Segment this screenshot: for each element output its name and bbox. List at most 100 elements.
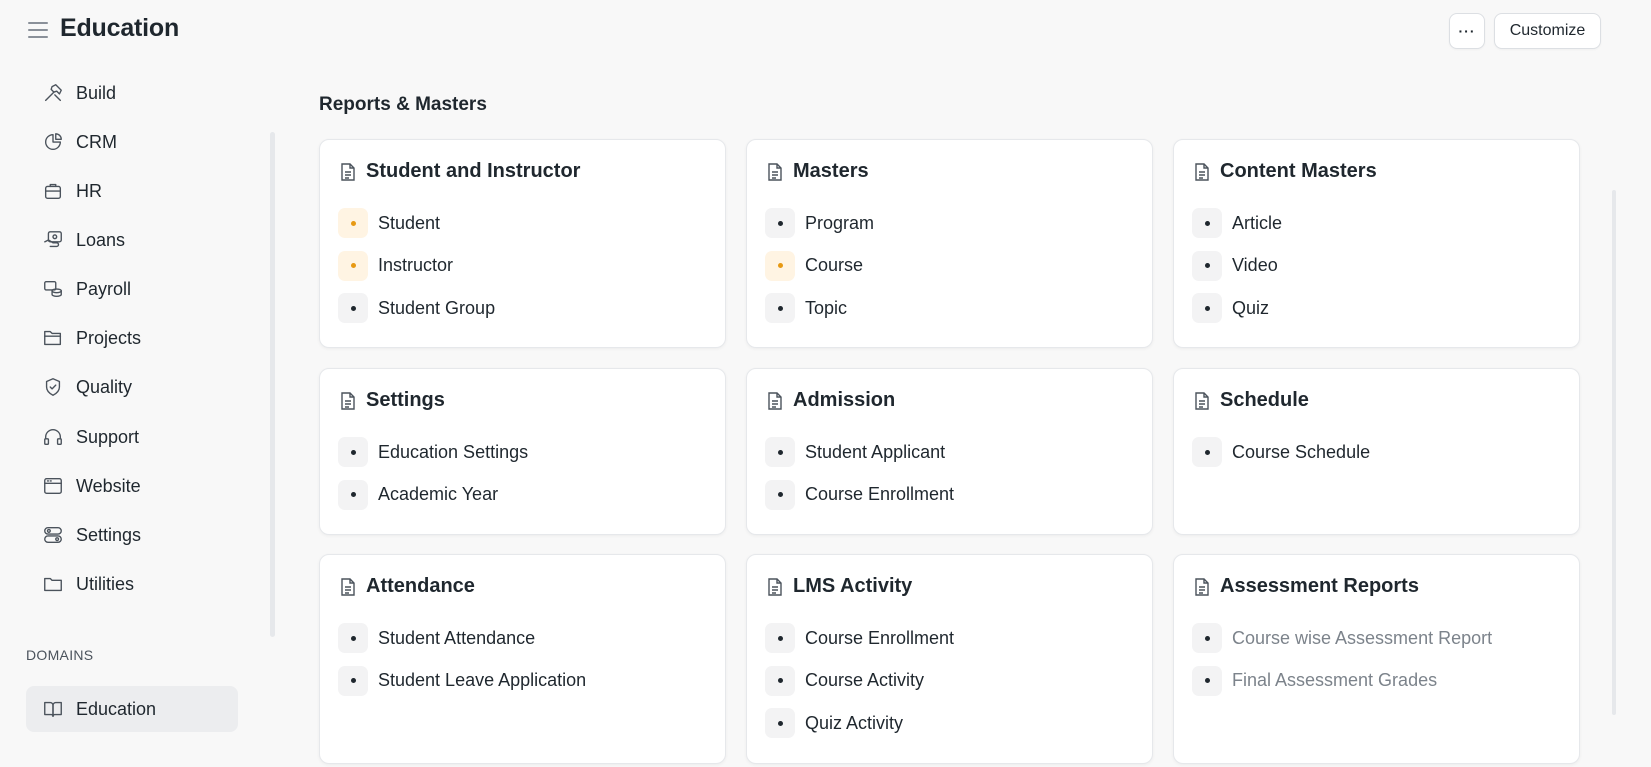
card-link-item[interactable]: Student (338, 208, 440, 238)
document-icon (767, 391, 783, 410)
card-schedule: Schedule Course Schedule (1173, 368, 1580, 535)
card-link-item[interactable]: Course (765, 250, 863, 281)
card-link-item[interactable]: Course Enrollment (765, 479, 955, 510)
card-header: Schedule (1194, 389, 1309, 412)
card-title: LMS Activity (793, 575, 913, 597)
card-link-item[interactable]: Course Activity (765, 665, 924, 696)
status-dot-icon (1192, 437, 1222, 467)
card-link-item[interactable]: Student Leave Application (338, 665, 586, 696)
status-dot-icon (338, 293, 368, 323)
sidebar-item-support[interactable]: Support (26, 417, 238, 457)
page-title: Education (60, 14, 180, 42)
status-dot-icon (765, 250, 795, 281)
card-link-label: Program (805, 212, 875, 233)
card-link-item[interactable]: Article (1192, 208, 1282, 238)
status-dot-icon (765, 293, 795, 323)
card-header: Masters (767, 160, 869, 183)
card-link-label: Student Attendance (378, 627, 536, 648)
document-icon (340, 577, 356, 596)
card-title: Settings (366, 389, 445, 411)
sidebar-item-label: HR (76, 180, 102, 201)
document-icon (1194, 577, 1210, 596)
sidebar-item-quality[interactable]: Quality (26, 367, 238, 407)
document-icon (767, 577, 783, 596)
card-link-item[interactable]: Topic (765, 293, 847, 323)
card-link-label: Student (378, 212, 441, 233)
customize-button[interactable]: Customize (1494, 13, 1601, 49)
menu-toggle-icon[interactable] (28, 22, 48, 38)
card-link-item[interactable]: Quiz (1192, 293, 1269, 323)
sidebar-item-label: CRM (76, 131, 117, 152)
card-link-item[interactable]: Final Assessment Grades (1192, 665, 1438, 696)
sidebar-scrollbar[interactable] (270, 132, 275, 637)
sidebar-item-label: Projects (76, 327, 142, 348)
coins-icon (42, 278, 64, 300)
hammer-icon (42, 82, 64, 104)
card-link-label: Course Enrollment (805, 484, 955, 504)
card-link-item[interactable]: Education Settings (338, 437, 528, 467)
card-link-item[interactable]: Course wise Assessment Report (1192, 623, 1492, 653)
domains-heading: DOMAINS (26, 647, 94, 663)
card-link-item[interactable]: Video (1192, 250, 1278, 281)
sidebar-item-payroll[interactable]: Payroll (26, 269, 238, 309)
sidebar-item-label: Education (76, 698, 157, 719)
card-link-label: Course wise Assessment Report (1232, 627, 1493, 648)
card-title: Student and Instructor (366, 160, 581, 182)
card-link-item[interactable]: Instructor (338, 250, 453, 281)
sidebar-item-website[interactable]: Website (26, 466, 238, 506)
card-link-item[interactable]: Student Attendance (338, 623, 535, 653)
card-title: Admission (793, 389, 896, 411)
status-dot-icon (765, 623, 795, 653)
card-title: Schedule (1220, 389, 1309, 411)
sidebar-item-loans[interactable]: Loans (26, 220, 238, 260)
card-link-item[interactable]: Program (765, 208, 874, 238)
card-link-label: Final Assessment Grades (1232, 670, 1438, 690)
status-dot-icon (338, 665, 368, 696)
document-icon (1194, 162, 1210, 181)
folder-open-icon (42, 327, 64, 349)
status-dot-icon (1192, 665, 1222, 696)
card-link-item[interactable]: Course Schedule (1192, 437, 1370, 467)
status-dot-icon (1192, 250, 1222, 281)
card-link-label: Student Group (378, 297, 496, 318)
card-header: Student and Instructor (340, 160, 580, 183)
status-dot-icon (338, 208, 368, 238)
sidebar-item-label: Settings (76, 524, 142, 545)
document-icon (340, 162, 356, 181)
main-scrollbar[interactable] (1612, 190, 1616, 715)
sidebar-item-projects[interactable]: Projects (26, 318, 238, 358)
card-link-label: Course Schedule (1232, 441, 1371, 462)
card-student-and-instructor: Student and Instructor Student Instructor S… (319, 139, 726, 348)
status-dot-icon (765, 665, 795, 696)
book-open-icon (42, 698, 64, 720)
sidebar-item-label: Website (76, 475, 141, 496)
sidebar-item-settings[interactable]: Settings (26, 515, 238, 555)
sidebar-item-hr[interactable]: HR (26, 171, 238, 211)
card-header: Settings (340, 389, 445, 412)
sidebar-item-education[interactable]: Education (26, 686, 238, 732)
card-link-label: Topic (805, 297, 848, 318)
sidebar-item-build[interactable]: Build (26, 73, 238, 113)
browser-window-icon (42, 475, 64, 497)
sidebar-item-crm[interactable]: CRM (26, 122, 238, 162)
card-link-item[interactable]: Academic Year (338, 479, 499, 510)
card-header: LMS Activity (767, 575, 912, 598)
status-dot-icon (338, 623, 368, 653)
card-link-label: Quiz Activity (805, 712, 904, 733)
card-link-label: Academic Year (378, 484, 499, 504)
toggle-settings-icon (42, 524, 64, 546)
status-dot-icon (1192, 208, 1222, 238)
more-actions-button[interactable]: ··· (1449, 13, 1485, 49)
card-link-item[interactable]: Student Group (338, 293, 495, 323)
card-attendance: Attendance Student Attendance Student Leav… (319, 554, 726, 764)
status-dot-icon (338, 250, 368, 281)
sidebar-item-utilities[interactable]: Utilities (26, 564, 238, 604)
card-link-item[interactable]: Quiz Activity (765, 708, 903, 738)
status-dot-icon (765, 708, 795, 738)
card-link-label: Course Enrollment (805, 627, 955, 648)
card-link-item[interactable]: Student Applicant (765, 437, 945, 467)
document-icon (340, 391, 356, 410)
card-admission: Admission Student Applicant Course Enrollm… (746, 368, 1153, 535)
card-title: Content Masters (1220, 160, 1377, 182)
card-link-item[interactable]: Course Enrollment (765, 623, 954, 653)
